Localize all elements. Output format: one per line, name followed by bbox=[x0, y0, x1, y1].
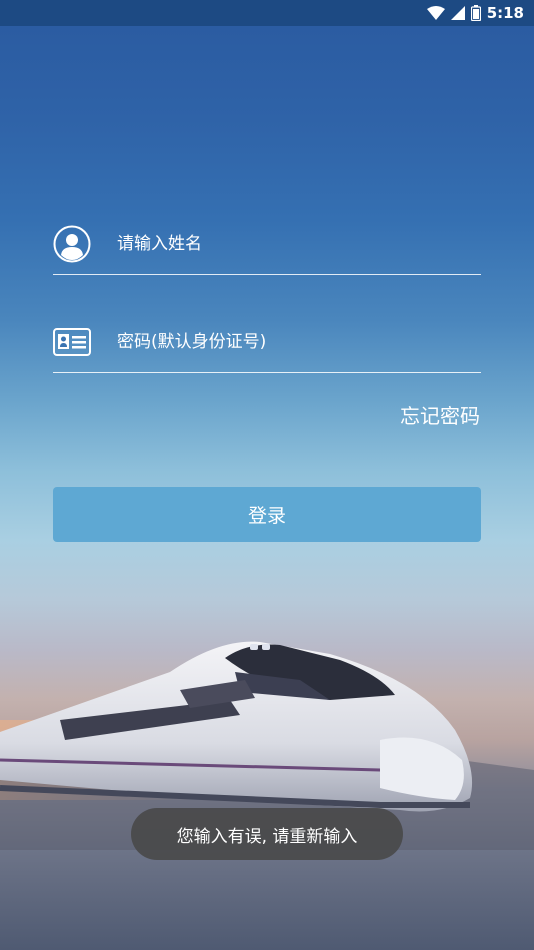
wifi-icon bbox=[426, 6, 445, 20]
login-button[interactable]: 登录 bbox=[53, 487, 481, 542]
id-card-icon bbox=[53, 323, 91, 361]
user-icon bbox=[53, 225, 91, 263]
battery-icon bbox=[470, 5, 481, 21]
error-toast: 您输入有误, 请重新输入 bbox=[131, 808, 403, 860]
forgot-password-link[interactable]: 忘记密码 bbox=[400, 400, 480, 429]
signal-icon bbox=[450, 6, 465, 20]
name-field[interactable] bbox=[53, 214, 481, 275]
toast-message: 您输入有误, 请重新输入 bbox=[176, 826, 358, 847]
login-screen: 5:18 忘记密码 登录 bbox=[0, 0, 534, 950]
name-input[interactable] bbox=[117, 234, 457, 254]
password-input[interactable] bbox=[117, 332, 457, 352]
password-field[interactable] bbox=[53, 312, 481, 373]
status-bar: 5:18 bbox=[0, 0, 534, 26]
status-time: 5:18 bbox=[486, 4, 524, 22]
